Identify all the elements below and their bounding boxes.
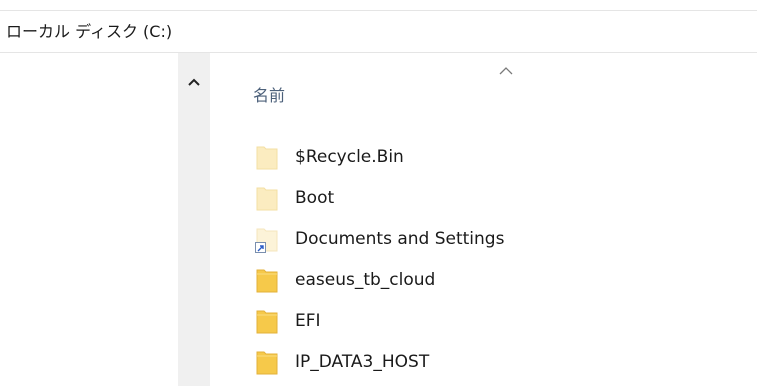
scroll-up-button[interactable] bbox=[178, 70, 210, 94]
file-row-easeus-tb-cloud[interactable]: easeus_tb_cloud bbox=[255, 259, 504, 300]
file-name: $Recycle.Bin bbox=[295, 146, 404, 167]
folder-icon bbox=[255, 307, 279, 335]
file-name: easeus_tb_cloud bbox=[295, 269, 436, 290]
navigation-pane bbox=[0, 53, 178, 386]
file-name: IP_DATA3_HOST bbox=[295, 351, 430, 372]
folder-pale-icon bbox=[255, 184, 279, 212]
shortcut-arrow-icon bbox=[255, 241, 266, 253]
chevron-up-icon bbox=[188, 78, 200, 86]
file-name: Boot bbox=[295, 187, 335, 208]
file-row-efi[interactable]: EFI bbox=[255, 300, 504, 341]
address-title[interactable]: ローカル ディスク (C:) bbox=[6, 22, 172, 42]
folder-icon bbox=[255, 348, 279, 376]
file-name: Documents and Settings bbox=[295, 228, 505, 249]
file-name: EFI bbox=[295, 310, 321, 331]
file-list: $Recycle.Bin Boot Documents and Settings bbox=[255, 136, 504, 382]
file-row-recycle-bin[interactable]: $Recycle.Bin bbox=[255, 136, 504, 177]
window-top-border bbox=[0, 10, 757, 11]
sort-ascending-indicator bbox=[494, 64, 518, 78]
column-header-name[interactable]: 名前 bbox=[253, 84, 285, 108]
folder-icon bbox=[255, 266, 279, 294]
folder-pale-icon bbox=[255, 143, 279, 171]
sort-up-icon bbox=[499, 67, 513, 75]
file-row-documents-and-settings[interactable]: Documents and Settings bbox=[255, 218, 504, 259]
file-row-ip-data3-host[interactable]: IP_DATA3_HOST bbox=[255, 341, 504, 382]
navigation-scrollbar[interactable] bbox=[178, 53, 210, 386]
folder-shortcut-icon bbox=[255, 225, 279, 253]
file-row-boot[interactable]: Boot bbox=[255, 177, 504, 218]
